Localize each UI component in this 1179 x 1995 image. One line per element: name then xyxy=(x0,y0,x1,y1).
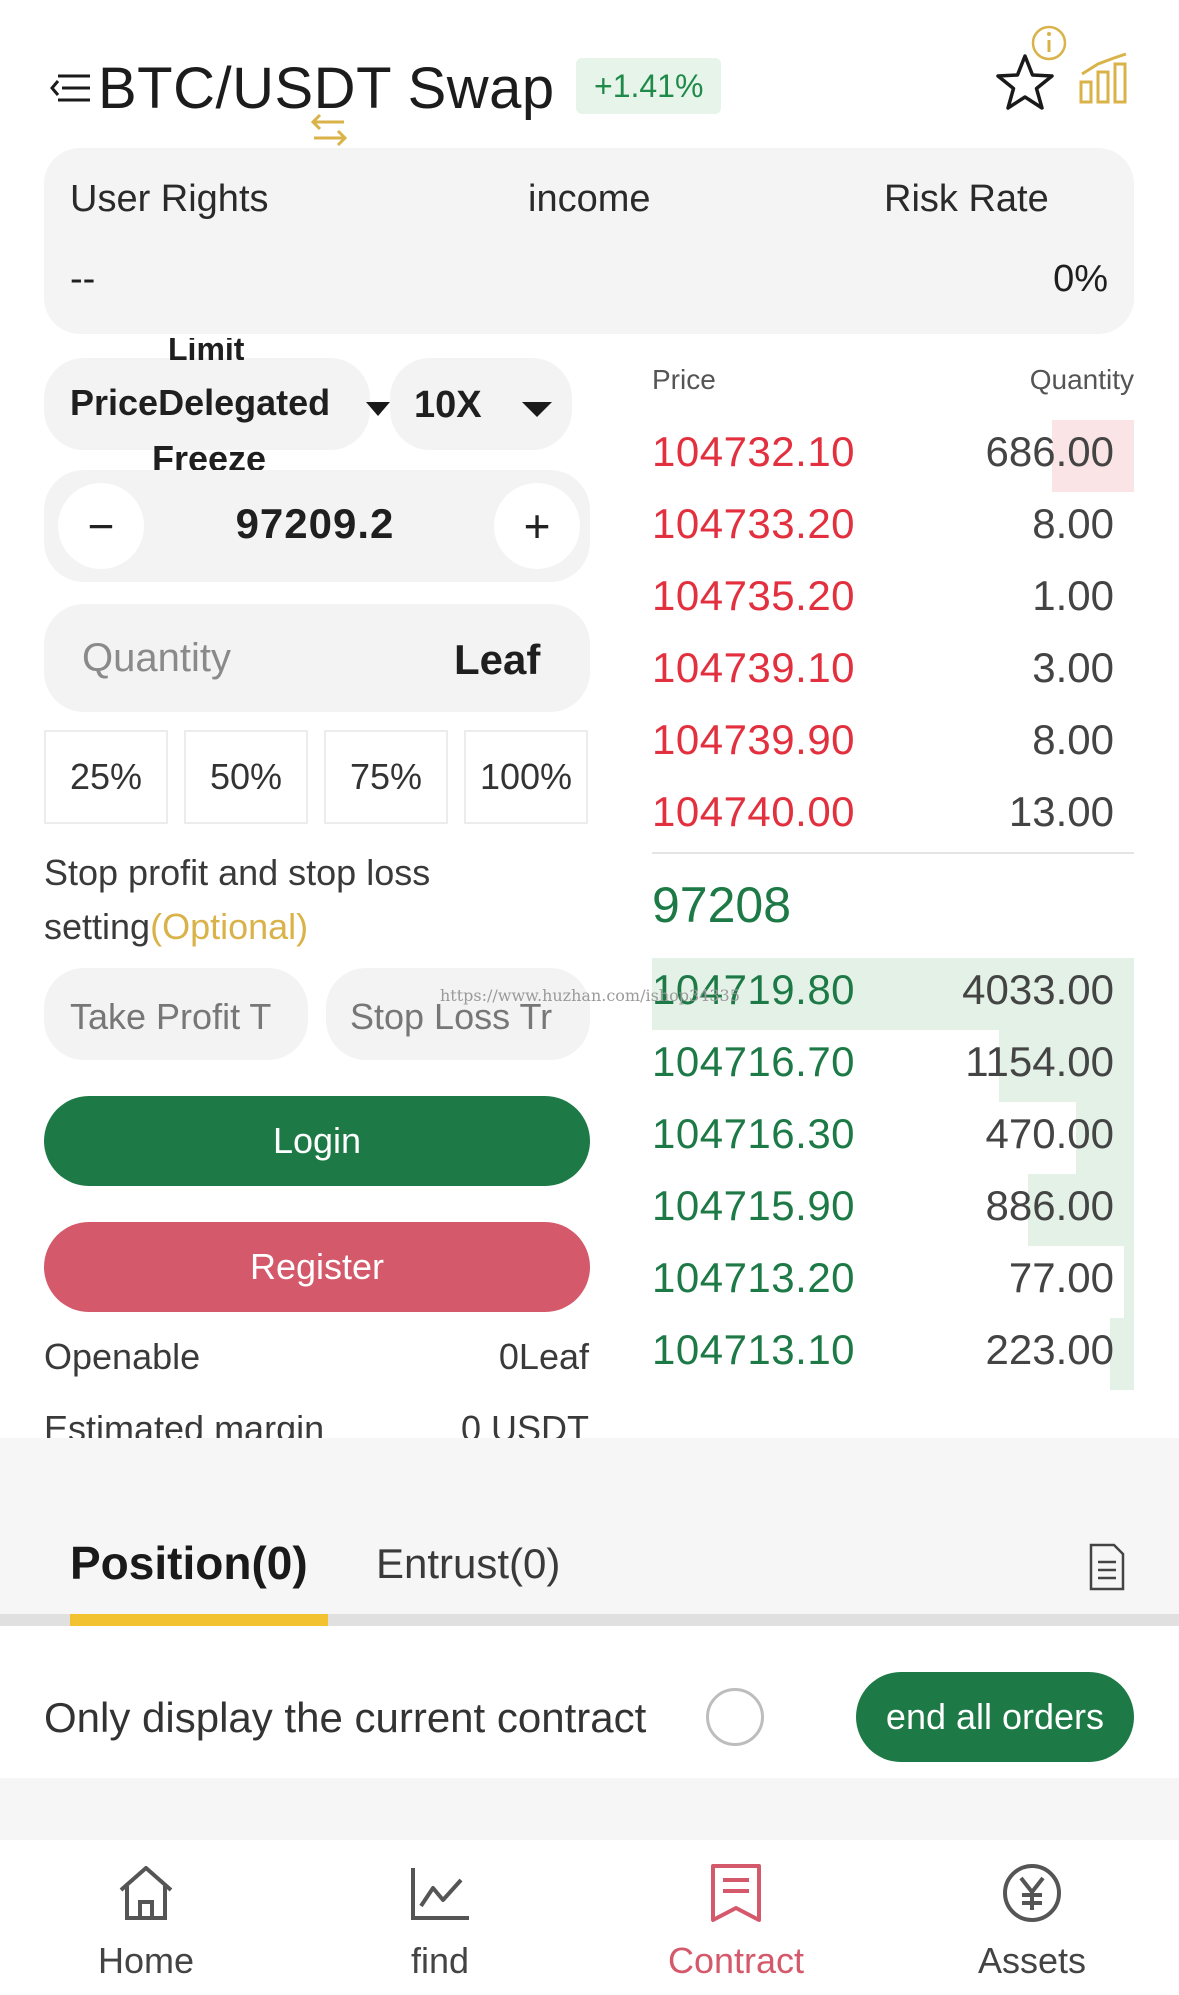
risk-rate-label: Risk Rate xyxy=(884,178,1049,220)
price-input[interactable]: 97209.2 xyxy=(160,500,470,548)
nav-find[interactable]: find xyxy=(340,1860,540,1982)
login-button[interactable]: Login xyxy=(44,1096,590,1186)
order-type-top-label: Limit xyxy=(168,338,245,360)
ask-quantity: 13.00 xyxy=(1008,788,1114,835)
bid-quantity: 1154.00 xyxy=(965,1038,1114,1085)
nav-contract-label: Contract xyxy=(667,1940,805,1981)
ask-quantity: 8.00 xyxy=(1032,500,1114,547)
ask-quantity: 8.00 xyxy=(1032,716,1114,763)
user-rights-value: -- xyxy=(70,258,96,300)
yen-circle-icon xyxy=(1003,1864,1061,1922)
depth-bar xyxy=(1124,1246,1134,1318)
ask-row[interactable]: 104732.10 686.00 xyxy=(652,420,1134,492)
bid-row[interactable]: 104715.90 886.00 xyxy=(652,1174,1134,1246)
user-rights-label: User Rights xyxy=(70,178,269,220)
ask-price: 104732.10 xyxy=(652,428,856,475)
ask-row[interactable]: 104733.20 8.00 xyxy=(652,492,1134,564)
register-button[interactable]: Register xyxy=(44,1222,590,1312)
contract-icon xyxy=(711,1864,761,1922)
bid-row[interactable]: 104713.20 77.00 xyxy=(652,1246,1134,1318)
ask-row[interactable]: 104739.90 8.00 xyxy=(652,708,1134,780)
ask-price: 104740.00 xyxy=(652,788,856,835)
nav-assets[interactable]: Assets xyxy=(932,1860,1132,1982)
tab-active-indicator xyxy=(70,1614,328,1626)
bid-row[interactable]: 104716.30 470.00 xyxy=(652,1102,1134,1174)
order-history-icon[interactable] xyxy=(1088,1542,1126,1592)
percent-100-button[interactable]: 100% xyxy=(464,730,588,824)
info-icon[interactable] xyxy=(1030,24,1068,62)
optional-label: (Optional) xyxy=(150,906,309,947)
nav-assets-label: Assets xyxy=(977,1940,1087,1981)
bid-price: 104715.90 xyxy=(652,1182,856,1229)
order-type-caret-icon xyxy=(366,402,390,416)
ask-quantity: 3.00 xyxy=(1032,644,1114,691)
current-contract-radio[interactable] xyxy=(706,1688,764,1746)
ask-price: 104739.10 xyxy=(652,644,856,691)
setting-label: setting xyxy=(44,906,151,947)
increase-price-button[interactable]: + xyxy=(494,483,580,569)
bottom-nav: Home find Contract Assets xyxy=(0,1840,1179,1995)
bid-quantity: 77.00 xyxy=(1008,1254,1114,1301)
take-profit-placeholder: Take Profit T xyxy=(70,996,272,1037)
openable-label: Openable xyxy=(44,1336,201,1377)
orderbook-price-header: Price xyxy=(652,364,716,395)
menu-toggle-icon[interactable] xyxy=(48,68,92,108)
openable-value: 0Leaf xyxy=(498,1336,589,1377)
ask-price: 104735.20 xyxy=(652,572,856,619)
percent-25-button[interactable]: 25% xyxy=(44,730,168,824)
bid-price: 104713.10 xyxy=(652,1326,856,1373)
quantity-unit: Leaf xyxy=(454,636,541,683)
last-price: 97208 xyxy=(652,877,792,933)
ask-price: 104733.20 xyxy=(652,500,856,547)
ask-row[interactable]: 104735.20 1.00 xyxy=(652,564,1134,636)
bid-price: 104716.30 xyxy=(652,1110,856,1157)
orderbook-quantity-header: Quantity xyxy=(1029,364,1134,395)
income-label: income xyxy=(528,178,651,220)
percent-50-button[interactable]: 50% xyxy=(184,730,308,824)
chart-line-icon xyxy=(411,1868,469,1920)
bid-quantity: 886.00 xyxy=(985,1182,1114,1229)
quantity-placeholder: Quantity xyxy=(82,636,231,680)
ask-quantity: 686.00 xyxy=(985,428,1114,475)
stop-profit-loss-label: Stop profit and stop loss xyxy=(44,852,431,893)
bid-row[interactable]: 104716.70 1154.00 xyxy=(652,1030,1134,1102)
bid-price: 104716.70 xyxy=(652,1038,856,1085)
stop-profit-loss-label-cont: setting(Optional) xyxy=(44,906,308,948)
bid-row[interactable]: 104713.10 223.00 xyxy=(652,1318,1134,1390)
ask-price: 104739.90 xyxy=(652,716,856,763)
order-type-label: PriceDelegated xyxy=(70,382,331,423)
ask-row[interactable]: 104740.00 13.00 xyxy=(652,780,1134,852)
risk-rate-value: 0% xyxy=(1053,258,1108,300)
percent-75-button[interactable]: 75% xyxy=(324,730,448,824)
bid-quantity: 470.00 xyxy=(985,1110,1114,1157)
ask-quantity: 1.00 xyxy=(1032,572,1114,619)
bid-quantity: 4033.00 xyxy=(962,966,1114,1013)
home-icon xyxy=(119,1866,173,1920)
transfer-arrows-icon[interactable] xyxy=(308,110,350,150)
current-contract-filter-label: Only display the current contract xyxy=(44,1694,647,1741)
watermark-text: https://www.huzhan.com/ishop34335 xyxy=(440,986,740,1005)
bid-price: 104713.20 xyxy=(652,1254,856,1301)
ask-row[interactable]: 104739.10 3.00 xyxy=(652,636,1134,708)
orderbook-divider xyxy=(652,852,1134,854)
nav-home-label: Home xyxy=(97,1940,195,1981)
bid-quantity: 223.00 xyxy=(985,1326,1114,1373)
nav-home[interactable]: Home xyxy=(46,1860,246,1982)
kline-chart-icon[interactable] xyxy=(1078,52,1130,106)
end-all-orders-button[interactable]: end all orders xyxy=(856,1672,1134,1762)
tab-entrust[interactable]: Entrust(0) xyxy=(376,1540,560,1588)
nav-find-label: find xyxy=(410,1940,470,1981)
tab-position[interactable]: Position(0) xyxy=(70,1536,308,1590)
price-change-badge: +1.41% xyxy=(576,58,722,114)
leverage-value: 10X xyxy=(414,384,482,426)
account-summary-card: User Rights income Risk Rate -- 0% xyxy=(44,148,1134,334)
leverage-caret-icon xyxy=(522,402,552,417)
nav-contract[interactable]: Contract xyxy=(636,1860,836,1982)
page-header: BTC/USDT Swap xyxy=(48,52,555,124)
decrease-price-button[interactable]: − xyxy=(58,483,144,569)
